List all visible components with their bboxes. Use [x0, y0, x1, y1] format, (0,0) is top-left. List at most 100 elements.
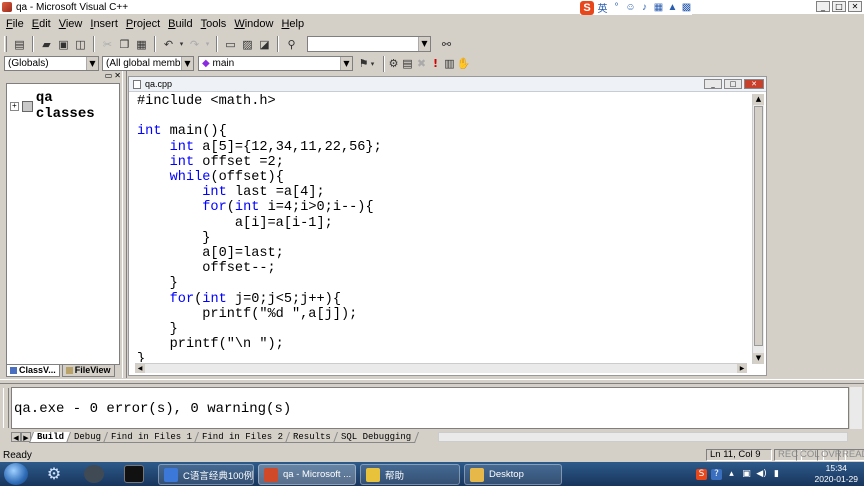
breakpoint-hand-icon[interactable]: ✋	[456, 56, 471, 71]
menu-build[interactable]: Build	[168, 18, 192, 30]
code-line[interactable]: }	[137, 231, 749, 246]
code-line[interactable]: #include <math.h>	[137, 94, 749, 109]
scroll-thumb[interactable]	[754, 106, 763, 346]
menu-view[interactable]: View	[59, 18, 83, 30]
go-debug-icon[interactable]: ▥	[442, 56, 457, 71]
menu-edit[interactable]: Edit	[32, 18, 51, 30]
menu-help[interactable]: Help	[281, 18, 304, 30]
menu-project[interactable]: Project	[126, 18, 160, 30]
battery-icon[interactable]: ▮	[771, 469, 782, 480]
nox-player-icon[interactable]	[84, 465, 104, 483]
emoji-icon[interactable]: ☺	[625, 2, 636, 13]
chevron-down-icon[interactable]: ▼	[340, 57, 352, 70]
editor-maximize-button[interactable]: □	[724, 79, 742, 89]
show-hidden-icons-icon[interactable]: ▴	[726, 469, 737, 480]
scope-combo[interactable]: (Globals) ▼	[4, 56, 99, 71]
save-icon[interactable]: ▣	[56, 37, 71, 52]
taskbar-item-visual-cpp[interactable]: qa - Microsoft ...	[258, 464, 356, 485]
menu-tools[interactable]: Tools	[201, 18, 227, 30]
code-editor[interactable]: #include <math.h> int main(){ int a[5]={…	[137, 94, 749, 362]
menu-window[interactable]: Window	[234, 18, 273, 30]
execute-icon[interactable]: !	[428, 56, 443, 71]
network-icon[interactable]: ▣	[741, 469, 752, 480]
save-all-icon[interactable]: ◫	[73, 37, 88, 52]
new-file-icon[interactable]: ▤	[12, 37, 27, 52]
cut-icon[interactable]: ✂	[100, 37, 115, 52]
copy-icon[interactable]: ❐	[117, 37, 132, 52]
compile-icon[interactable]: ⚙	[386, 56, 401, 71]
skin-icon[interactable]: ▲	[667, 2, 678, 13]
dock-icon[interactable]: ▭	[105, 71, 113, 80]
help-tray-icon[interactable]: ?	[711, 468, 722, 480]
wizard-action-dropdown-icon[interactable]: ▾	[369, 56, 376, 71]
ime-lang-toggle[interactable]: 英	[597, 2, 608, 15]
sogou-tray-icon[interactable]: S	[696, 468, 707, 480]
minimize-button[interactable]: _	[816, 1, 830, 12]
code-line[interactable]: int last =a[4];	[137, 185, 749, 200]
tree-node-classes[interactable]: + qa classes	[10, 90, 119, 122]
tab-fileview[interactable]: FileView	[61, 364, 115, 377]
punctuation-icon[interactable]: °	[611, 2, 622, 13]
members-combo[interactable]: (All global members ▼	[102, 56, 194, 71]
code-line[interactable]: a[0]=last;	[137, 246, 749, 261]
code-line[interactable]: }	[137, 276, 749, 291]
expand-icon[interactable]: +	[10, 101, 19, 111]
redo-icon[interactable]: ↷	[187, 37, 202, 52]
paste-icon[interactable]: ▦	[134, 37, 149, 52]
toolbar-grip[interactable]	[4, 36, 7, 52]
tab-find-in-files-1[interactable]: Find in Files 1	[103, 431, 201, 443]
taskbar-item-help[interactable]: 帮助	[360, 464, 460, 485]
code-line[interactable]: int main(){	[137, 124, 749, 139]
open-folder-icon[interactable]: ▰	[39, 37, 54, 52]
code-line[interactable]: for(int i=4;i>0;i--){	[137, 200, 749, 215]
chevron-down-icon[interactable]: ▼	[418, 37, 430, 51]
toolbox-icon[interactable]: ▩	[681, 2, 692, 13]
code-line[interactable]: a[i]=a[i-1];	[137, 216, 749, 231]
code-line[interactable]: int a[5]={12,34,11,22,56};	[137, 140, 749, 155]
editor-close-button[interactable]: ✕	[744, 79, 764, 89]
microphone-icon[interactable]: ♪	[639, 2, 650, 13]
undo-icon[interactable]: ↶	[161, 37, 176, 52]
start-button[interactable]	[4, 463, 28, 485]
horizontal-splitter[interactable]	[0, 379, 864, 384]
function-combo[interactable]: ◆ main ▼	[198, 56, 353, 71]
scroll-right-icon[interactable]: ▶	[737, 364, 747, 373]
clock[interactable]: 15:34 2020-01-29	[815, 463, 858, 485]
output-vertical-scrollbar[interactable]	[850, 387, 862, 429]
find-combo[interactable]: ▼	[307, 36, 431, 52]
code-line[interactable]: for(int j=0;j<5;j++){	[137, 292, 749, 307]
editor-vertical-scrollbar[interactable]: ▲ ▼	[752, 94, 764, 364]
code-line[interactable]: }	[137, 352, 749, 362]
tab-results[interactable]: Results	[285, 431, 339, 443]
taskbar-item-browser[interactable]: C语言经典100例...	[158, 464, 254, 485]
undo-dropdown-icon[interactable]: ▾	[178, 37, 185, 52]
workspace-icon[interactable]: ▭	[223, 37, 238, 52]
code-line[interactable]: printf("\n ");	[137, 337, 749, 352]
menu-file[interactable]: File	[6, 18, 24, 30]
window-list-icon[interactable]: ◪	[257, 37, 272, 52]
output-window-icon[interactable]: ▨	[240, 37, 255, 52]
sogou-logo-icon[interactable]: S	[580, 0, 594, 15]
scroll-up-icon[interactable]: ▲	[753, 94, 764, 105]
close-button[interactable]: ✕	[848, 1, 862, 12]
tab-find-in-files-2[interactable]: Find in Files 2	[194, 431, 292, 443]
redo-dropdown-icon[interactable]: ▾	[204, 37, 211, 52]
build-icon[interactable]: ▤	[400, 56, 415, 71]
scroll-left-icon[interactable]: ◀	[135, 364, 145, 373]
menu-insert[interactable]: Insert	[90, 18, 118, 30]
tab-scroll-left-icon[interactable]: ◀	[11, 432, 21, 442]
tab-sql-debugging[interactable]: SQL Debugging	[332, 431, 420, 443]
editor-horizontal-scrollbar[interactable]: ◀ ▶	[135, 363, 747, 373]
pane-close-icon[interactable]: ✕	[114, 71, 121, 80]
find-in-files-icon[interactable]: ⚲	[284, 37, 299, 52]
tab-classview[interactable]: ClassV...	[6, 364, 60, 377]
vertical-splitter[interactable]	[122, 71, 127, 378]
terminal-icon[interactable]	[124, 465, 144, 483]
scroll-down-icon[interactable]: ▼	[753, 353, 764, 364]
code-line[interactable]: }	[137, 322, 749, 337]
taskbar-item-desktop[interactable]: Desktop	[464, 464, 562, 485]
volume-icon[interactable]: ◀)	[756, 469, 767, 480]
stop-build-icon[interactable]: ✖	[414, 56, 429, 71]
class-tree[interactable]: + qa classes	[6, 83, 120, 365]
editor-titlebar[interactable]: qa.cpp _ □ ✕	[129, 77, 766, 92]
